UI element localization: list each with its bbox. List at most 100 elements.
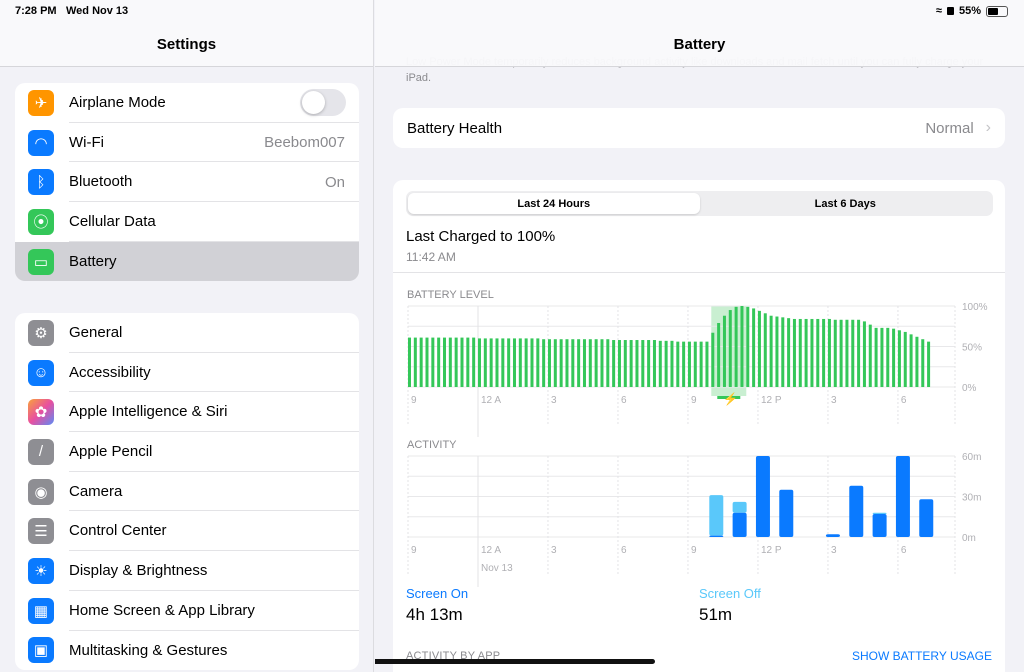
sidebar-item-home-screen-app-library[interactable]: ▦ Home Screen & App Library xyxy=(15,591,359,631)
sidebar-item-general[interactable]: ⚙ General xyxy=(15,313,359,353)
battery-level-bar xyxy=(501,338,505,387)
sidebar-item-bluetooth[interactable]: ᛒ Bluetooth On xyxy=(15,162,359,203)
x-tick-label: 12 A xyxy=(481,395,501,406)
battery-level-bar xyxy=(419,337,423,387)
sidebar-item-label: Apple Intelligence & Siri xyxy=(69,392,359,433)
sidebar-item-display-brightness[interactable]: ☀ Display & Brightness xyxy=(15,551,359,591)
sidebar-item-label: Home Screen & App Library xyxy=(69,591,359,631)
sidebar-item-apple-pencil[interactable]: / Apple Pencil xyxy=(15,432,359,472)
sidebar-item-label: Control Center xyxy=(69,511,359,552)
wifi-status-icon: ≈ xyxy=(935,5,942,17)
battery-level-bar xyxy=(647,340,651,387)
sidebar-item-label: Accessibility xyxy=(69,353,359,393)
screen-on-bar xyxy=(895,456,910,537)
x-tick-label: 12 P xyxy=(761,395,782,406)
airplane-mode-toggle[interactable] xyxy=(300,89,346,117)
antenna-icon: ⦿ xyxy=(28,208,54,235)
settings-sidebar: 7:28 PM Wed Nov 13 Settings ✈ Airplane Mo… xyxy=(0,0,374,672)
sidebar-item-accessibility[interactable]: ☺ Accessibility xyxy=(15,353,359,393)
switches-icon: ☰ xyxy=(28,518,54,545)
date-label: Nov 13 xyxy=(481,563,513,574)
y-tick-label: 100% xyxy=(962,302,988,313)
usage-card: Last 24 Hours Last 6 Days Last Charged t… xyxy=(393,180,1005,672)
battery-level-bar xyxy=(857,319,861,387)
battery-level-bar xyxy=(641,340,645,387)
sidebar-item-battery[interactable]: ▭ Battery xyxy=(15,241,359,282)
battery-level-bar xyxy=(874,327,878,387)
sidebar-item-label: Multitasking & Gestures xyxy=(69,641,228,659)
battery-level-bar xyxy=(477,338,481,387)
battery-level-bar xyxy=(781,317,785,387)
battery-level-bar xyxy=(787,318,791,387)
sidebar-item-apple-intelligence-siri[interactable]: ✿ Apple Intelligence & Siri xyxy=(15,392,359,433)
battery-level-bar xyxy=(740,306,744,387)
x-tick-label: 6 xyxy=(901,545,907,556)
y-tick-label: 50% xyxy=(962,343,982,354)
battery-level-bar xyxy=(553,339,557,387)
sidebar-item-cellular-data[interactable]: ⦿ Cellular Data xyxy=(15,202,359,242)
battery-level-bar xyxy=(892,328,896,387)
page-title: Battery xyxy=(673,36,726,53)
battery-level-bar xyxy=(559,339,563,387)
battery-level-bar xyxy=(868,324,872,387)
battery-level-bar xyxy=(466,337,470,387)
battery-health-row[interactable]: Battery Health Normal › xyxy=(393,108,1005,148)
battery-level-bar xyxy=(810,318,814,387)
sidebar-group-connectivity: ✈ Airplane Mode ◠ Wi-Fi Beebom007 ᛒ Bluetooth O… xyxy=(15,83,359,282)
sidebar-title: Settings xyxy=(156,36,217,53)
battery-level-bar xyxy=(682,341,686,387)
sidebar-item-value: On xyxy=(324,173,345,191)
home-screen-icon: ▦ xyxy=(28,597,54,624)
screen-on-bar xyxy=(732,512,747,537)
bluetooth-icon: ᛒ xyxy=(28,169,54,196)
battery-level-bar xyxy=(431,337,435,387)
battery-level-bar xyxy=(454,337,458,387)
battery-health-value: Normal xyxy=(925,119,974,137)
chart-title: ACTIVITY xyxy=(407,439,457,451)
battery-level-bar xyxy=(512,338,516,387)
battery-level-bar xyxy=(448,337,452,387)
screen-on-label: Screen On xyxy=(406,586,469,601)
x-tick-label: 6 xyxy=(621,395,627,406)
battery-level-bar xyxy=(921,339,925,387)
battery-level-bar xyxy=(489,338,493,387)
camera-icon: ◉ xyxy=(28,478,54,505)
battery-level-bar xyxy=(845,319,849,387)
battery-level-bar xyxy=(437,337,441,387)
battery-level-bar xyxy=(582,339,586,387)
sidebar-item-label: General xyxy=(69,313,359,353)
home-indicator[interactable] xyxy=(375,659,655,664)
battery-level-bar xyxy=(711,332,715,387)
screen-on-bar xyxy=(825,534,840,537)
x-tick-label: 3 xyxy=(831,395,837,406)
focus-icon xyxy=(946,7,954,15)
screen-off-bar xyxy=(872,512,887,515)
chevron-right-icon: › xyxy=(985,119,991,136)
tab-last-6-days[interactable]: Last 6 Days xyxy=(700,193,992,214)
y-tick-label: 0m xyxy=(962,533,976,544)
battery-level-bar xyxy=(524,338,528,387)
screen-on-bar xyxy=(919,499,934,537)
battery-level-bar xyxy=(670,340,674,387)
charging-bolt-icon: ⚡ xyxy=(723,392,738,406)
x-tick-label: 12 P xyxy=(761,545,782,556)
battery-level-bar xyxy=(687,341,691,387)
battery-level-bar xyxy=(880,327,884,387)
battery-status-icon xyxy=(986,5,1008,17)
battery-level-bar xyxy=(927,341,931,387)
sidebar-item-wi-fi[interactable]: ◠ Wi-Fi Beebom007 xyxy=(15,123,359,163)
x-tick-label: 3 xyxy=(831,545,837,556)
battery-health-label: Battery Health xyxy=(407,119,503,137)
battery-level-bar xyxy=(442,337,446,387)
sidebar-item-airplane-mode[interactable]: ✈ Airplane Mode xyxy=(15,83,359,123)
screen-on-value: 4h 13m xyxy=(406,605,463,624)
sidebar-item-control-center[interactable]: ☰ Control Center xyxy=(15,511,359,552)
show-battery-usage-link[interactable]: SHOW BATTERY USAGE xyxy=(852,649,992,663)
x-tick-label: 9 xyxy=(411,395,417,406)
tab-last-24-hours[interactable]: Last 24 Hours xyxy=(408,193,700,214)
sidebar-item-multitasking-gestures[interactable]: ▣ Multitasking & Gestures xyxy=(15,631,359,671)
screen-off-bar xyxy=(732,501,747,513)
battery-level-bar xyxy=(571,339,575,387)
battery-level-bar xyxy=(769,315,773,387)
sidebar-item-camera[interactable]: ◉ Camera xyxy=(15,472,359,512)
